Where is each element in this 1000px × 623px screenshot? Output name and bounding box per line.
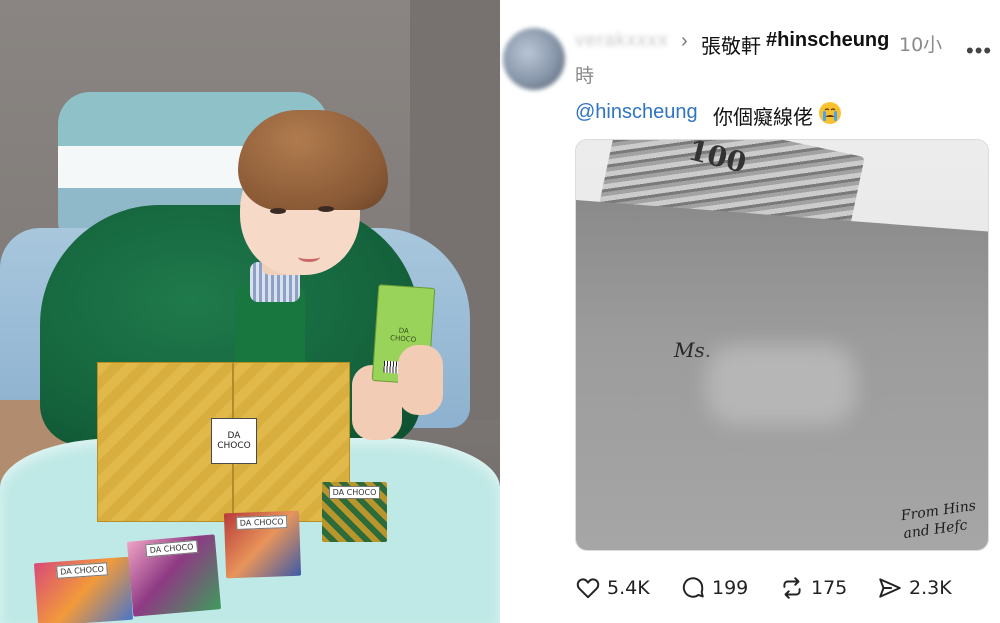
green-bar-label-line2: CHOCO	[389, 333, 417, 344]
heart-icon	[576, 578, 600, 599]
chocolate-box-gold: DA CHOCO	[322, 482, 387, 542]
reply-count: 199	[712, 577, 749, 599]
like-button[interactable]: 5.4K	[575, 574, 650, 602]
comment-icon	[682, 577, 704, 598]
chocolate-box-purple: DA CHOCO	[126, 534, 222, 617]
social-post: verakxxxx › 張敬軒 #hinscheung 10小 時 ••• @h…	[503, 0, 1000, 623]
envelope-addressee: Ms.	[674, 338, 712, 362]
gift-box-label-line1: DA	[227, 431, 241, 441]
promo-photo: DA CHOCO DA CHOCO DA CHOCO DA CHOCO DA C…	[0, 0, 500, 623]
chocolate-box-label: DA CHOCO	[328, 486, 381, 499]
post-hashtag[interactable]: #hinscheung	[766, 29, 889, 52]
chocolate-box-pink: DA CHOCO	[33, 556, 134, 623]
avatar[interactable]	[503, 28, 565, 90]
person-right-eye	[318, 206, 334, 212]
post-actions: 5.4K 199 175 2.3K	[575, 574, 995, 602]
reply-button[interactable]: 199	[680, 574, 748, 602]
share-button[interactable]: 2.3K	[877, 574, 952, 602]
share-count: 2.3K	[909, 577, 952, 599]
post-image[interactable]: 100 Ms. From Hins and Hefc	[575, 139, 989, 551]
chevron-right-icon: ›	[681, 30, 688, 52]
person-left-eye	[270, 208, 286, 214]
repost-icon	[783, 577, 801, 599]
gift-box-label-line2: CHOCO	[217, 441, 251, 451]
gift-box-label: DA CHOCO	[211, 418, 257, 464]
post-timestamp-continued: 時	[575, 65, 595, 87]
person-smile	[298, 252, 320, 262]
chocolate-box-label: DA CHOCO	[145, 539, 199, 558]
person-right-hand	[398, 345, 443, 415]
envelope-blurred-name	[706, 345, 856, 425]
repost-count: 175	[811, 577, 848, 599]
send-icon	[879, 578, 901, 598]
reply-to-name[interactable]: 張敬軒	[701, 30, 761, 59]
post-timestamp: 10小	[899, 34, 943, 56]
post-text: 你個癡線佬	[713, 105, 813, 129]
like-count: 5.4K	[607, 577, 650, 599]
crying-face-svg	[820, 103, 840, 123]
chocolate-box-label: DA CHOCO	[55, 562, 109, 579]
chocolate-box-red: DA CHOCO	[223, 510, 302, 579]
repost-button[interactable]: 175	[779, 574, 847, 602]
post-username[interactable]: verakxxxx	[575, 30, 668, 52]
post-mention[interactable]: @hinscheung	[575, 101, 698, 124]
more-options-icon[interactable]: •••	[966, 38, 992, 64]
crying-face-icon	[819, 102, 841, 124]
chocolate-box-label: DA CHOCO	[235, 515, 288, 530]
